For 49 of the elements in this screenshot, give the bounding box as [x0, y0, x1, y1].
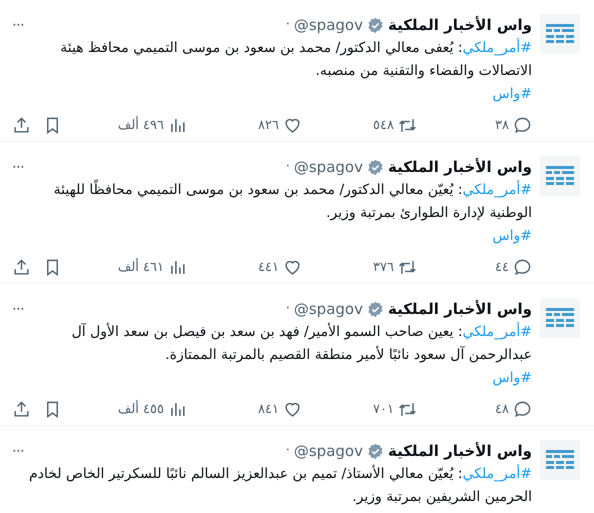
like-count: ٨٤١ — [258, 401, 279, 419]
author-name[interactable]: واس الأخبار الملكية — [388, 298, 532, 320]
reply-count: ٤٤ — [495, 259, 509, 277]
retweet-count: ٧٠١ — [373, 401, 394, 419]
more-button[interactable]: ··· — [12, 440, 24, 462]
author-name[interactable]: واس الأخبار الملكية — [388, 440, 532, 462]
view-count: ٤٥٥ ألف — [118, 400, 164, 419]
separator-dot: · — [286, 300, 290, 318]
handle[interactable]: @spagov — [294, 298, 363, 320]
tweet-text: #أمر_ملكي: يُعيّن معالي الدكتور/ محمد بن سعود بن موسى التميمي محافظًا للهيئة الوطنية لإدارة الطوارئ بمرتبة وزير. — [12, 179, 532, 225]
view-count: ٤٦١ ألف — [118, 258, 164, 277]
heart-icon[interactable] — [283, 116, 302, 136]
tweet-text: #أمر_ملكي: يعين صاحب السمو الأمير/ فهد بن سعد بن فيصل بن سعد الأول آل عبدالرحمن آل سعود نائبًا لأمير منطقة القصيم بالمرتبة الممتازة. — [70, 321, 532, 365]
heart-icon[interactable] — [283, 258, 302, 278]
view-count: ٤٩٦ ألف — [118, 116, 164, 135]
like-count: ٨٢٦ — [258, 117, 279, 135]
retweet-count: ٣٧٦ — [373, 259, 394, 277]
more-button[interactable]: ··· — [12, 156, 24, 178]
verified-badge-icon — [366, 300, 384, 318]
like-count: ٤٤١ — [258, 259, 279, 277]
verified-badge-icon — [366, 442, 384, 460]
share-icon[interactable] — [12, 400, 31, 420]
author-name[interactable]: واس الأخبار الملكية — [388, 14, 532, 36]
more-button[interactable]: ··· — [12, 298, 24, 320]
tweet-text: #أمر_ملكي: يُعفى معالي الدكتور/ محمد بن سعود بن موسى التميمي محافظ هيئة الاتصالات والفضاء والتقنية من منصبه. — [59, 37, 532, 81]
author-name[interactable]: واس الأخبار الملكية — [388, 156, 532, 178]
reply-count: ٣٨ — [495, 117, 509, 135]
logo-icon — [545, 448, 575, 472]
handle[interactable]: @spagov — [294, 14, 363, 36]
separator-dot: · — [286, 158, 290, 176]
separator-dot: · — [286, 442, 290, 460]
tweet-text: #أمر_ملكي: يُعيّن معالي الأستاذ/ تميم بن عبدالعزيز السالم نائبًا للسكرتير الخاص لخادم الحرمين الشريفين بمرتبة وزير. — [28, 463, 532, 507]
separator-dot: · — [286, 16, 290, 34]
share-icon[interactable] — [12, 116, 31, 136]
share-icon[interactable] — [12, 258, 31, 278]
logo-icon — [545, 22, 575, 46]
handle[interactable]: @spagov — [294, 440, 363, 462]
handle[interactable]: @spagov — [294, 156, 363, 178]
more-button[interactable]: ··· — [12, 14, 24, 36]
reply-icon[interactable] — [513, 258, 532, 278]
reply-icon[interactable] — [513, 400, 532, 420]
reply-count: ٤٨ — [495, 401, 509, 419]
verified-badge-icon — [366, 158, 384, 176]
reply-icon[interactable] — [513, 116, 532, 136]
retweet-count: ٥٤٨ — [373, 117, 394, 135]
heart-icon[interactable] — [283, 400, 302, 420]
logo-icon — [545, 306, 575, 330]
verified-badge-icon — [366, 16, 384, 34]
logo-icon — [545, 164, 575, 188]
